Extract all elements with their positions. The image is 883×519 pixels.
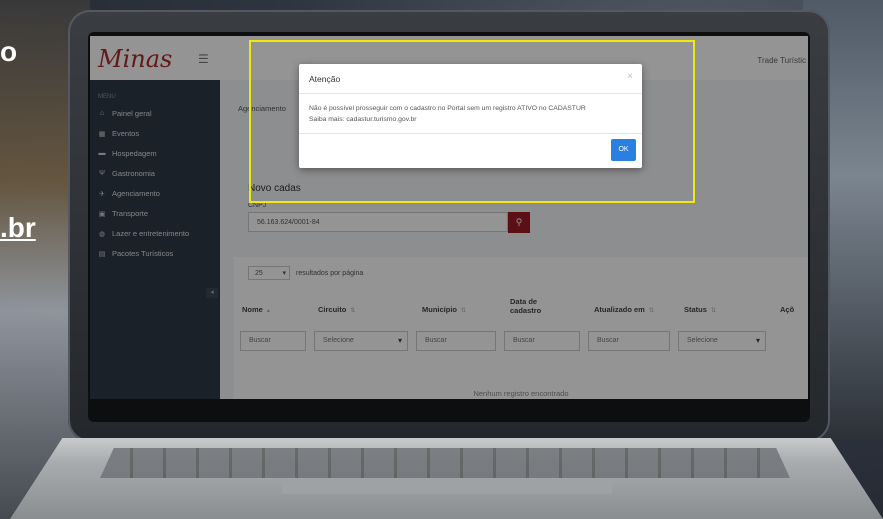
laptop-keyboard <box>100 448 790 478</box>
laptop-trackpad <box>282 480 612 494</box>
cropped-link-text: .br <box>0 212 36 243</box>
highlight-box <box>249 40 695 203</box>
cropped-heading-text: o <box>0 36 18 67</box>
